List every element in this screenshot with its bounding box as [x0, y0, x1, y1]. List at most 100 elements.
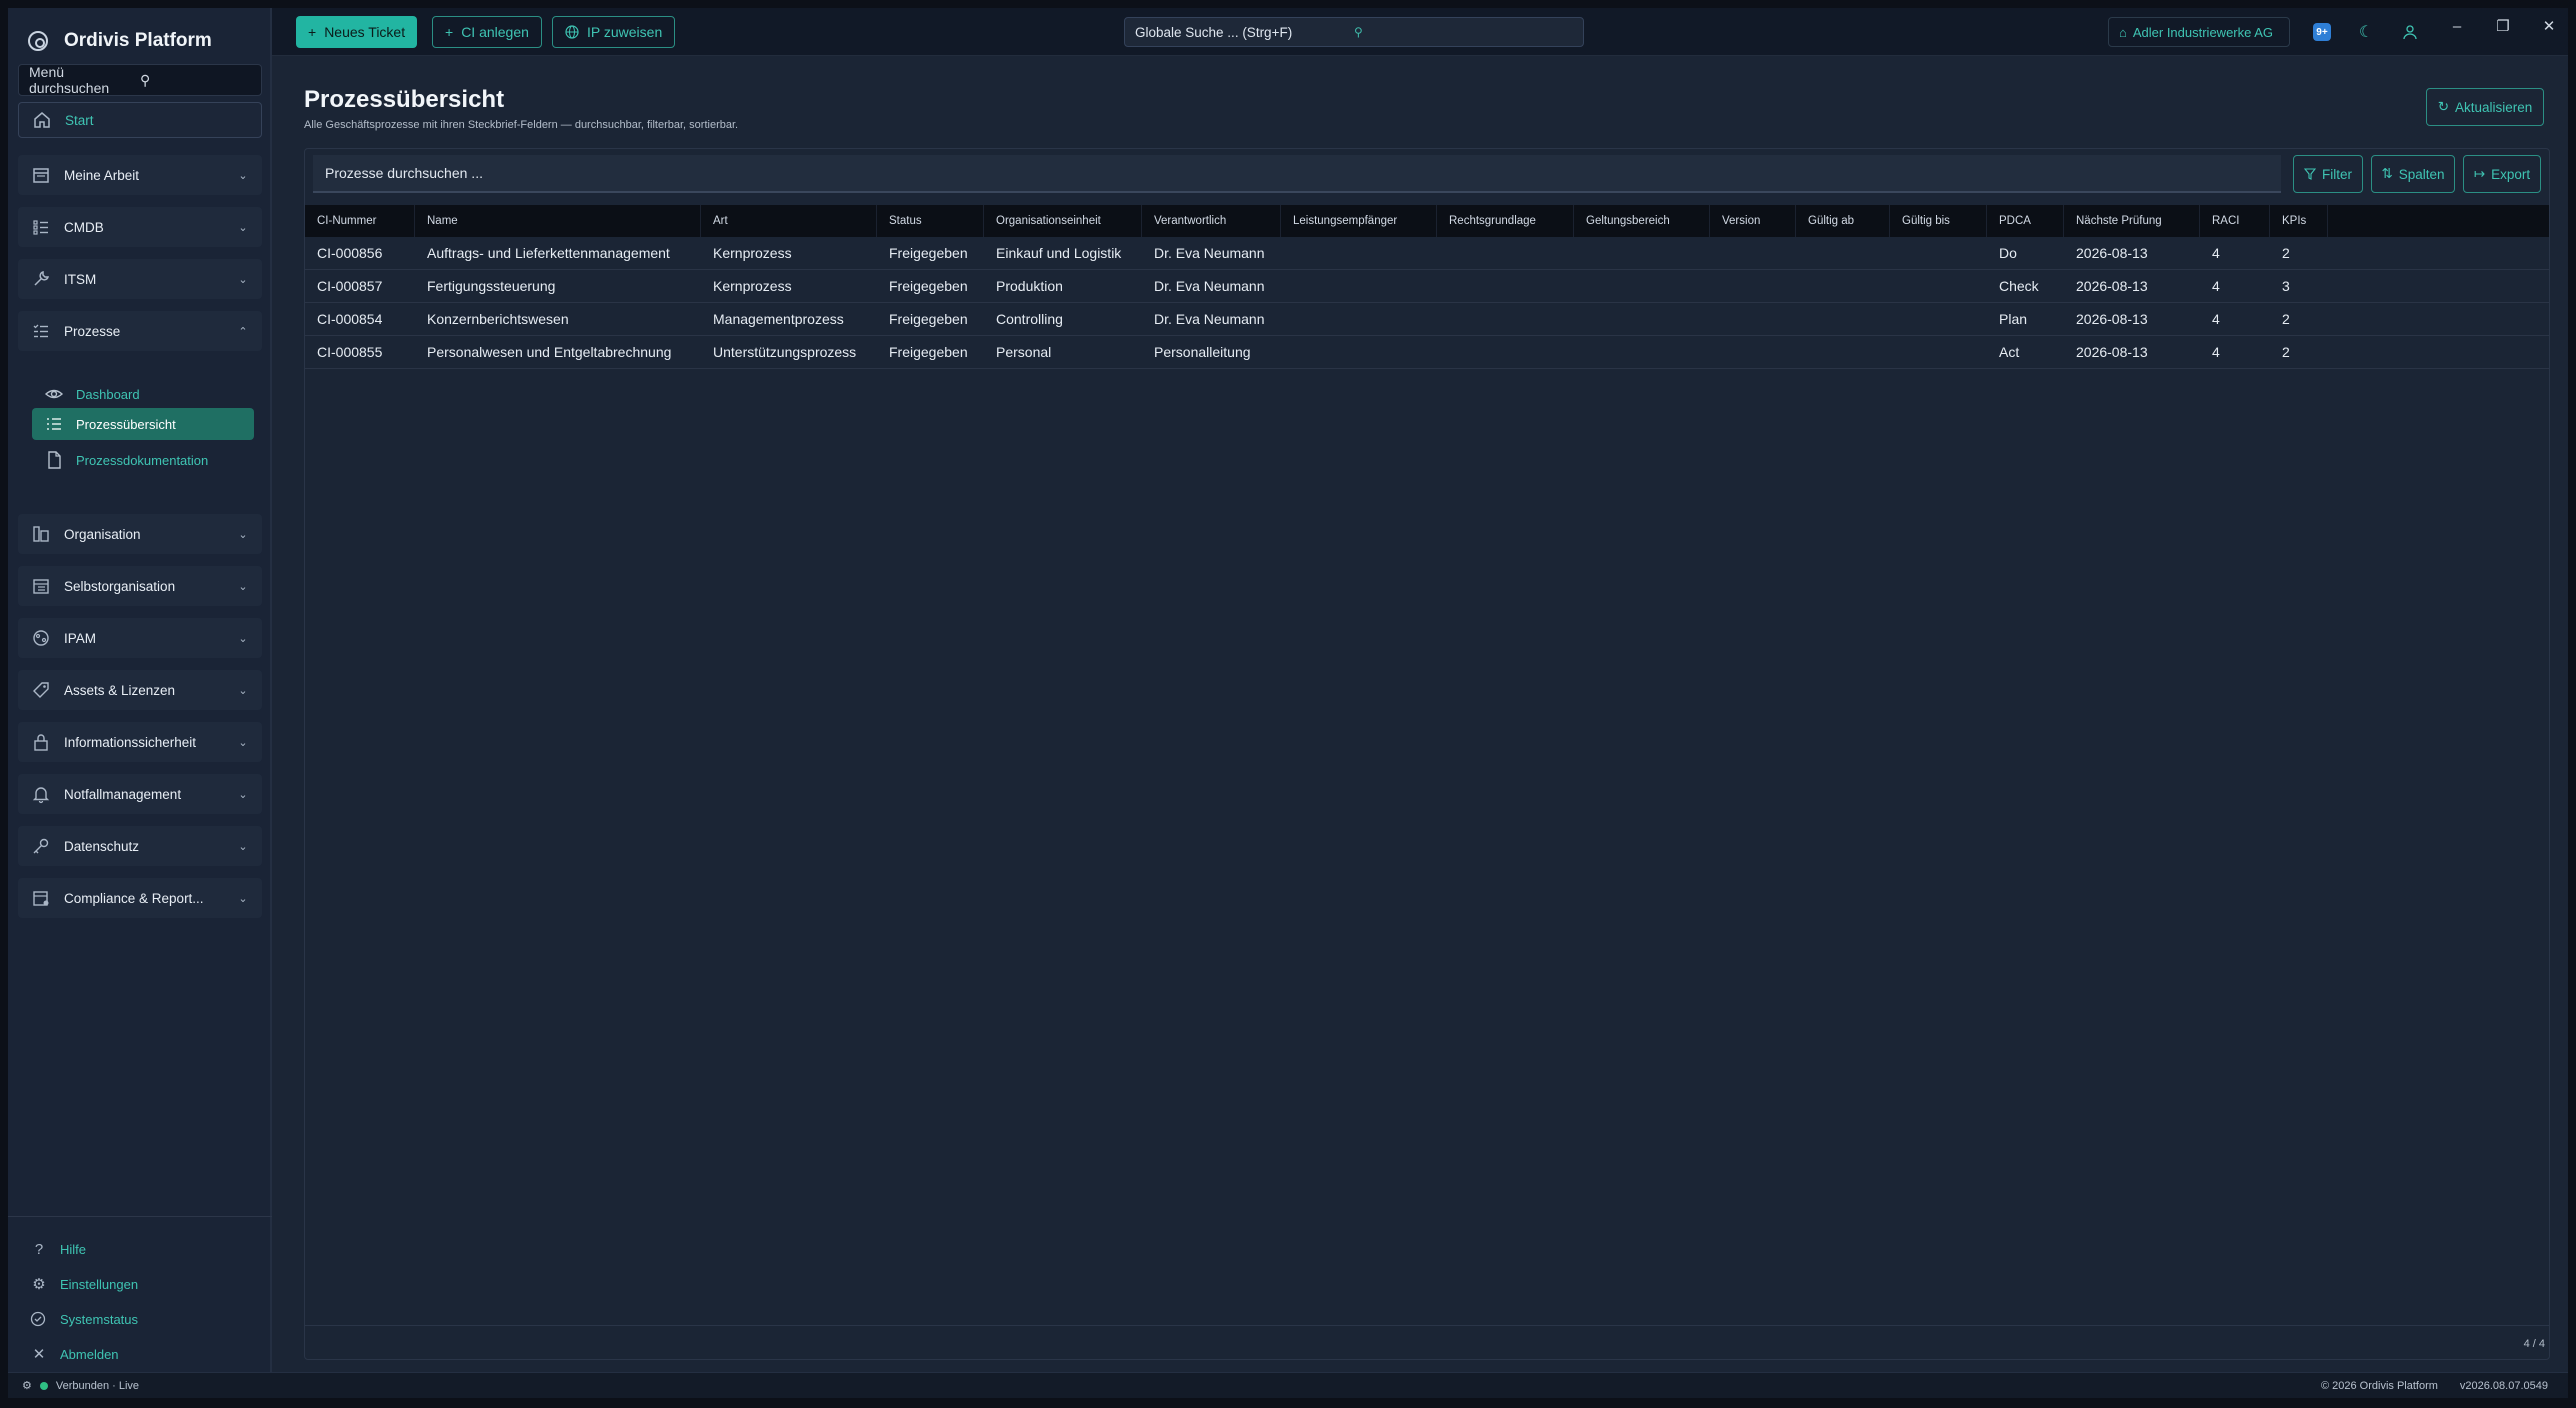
column-header[interactable]: Gültig bis: [1890, 205, 1987, 237]
ip-assign-button[interactable]: IP zuweisen: [552, 16, 676, 48]
notifications-button[interactable]: 9+: [2310, 20, 2334, 44]
sidebar-subitem-dashboard[interactable]: Dashboard: [32, 378, 254, 410]
sidebar-subitem-prozessuebersicht[interactable]: Prozessübersicht: [32, 408, 254, 440]
sidebar-item-informationssicherheit[interactable]: Informationssicherheit ⌄: [18, 722, 262, 762]
logout-link[interactable]: ✕ Abmelden: [30, 1342, 119, 1366]
table-cell: Auftrags- und Lieferkettenmanagement: [427, 245, 670, 261]
building-icon: ⌂: [2119, 24, 2127, 40]
table-cell: Fertigungssteuerung: [427, 278, 556, 294]
help-link[interactable]: ? Hilfe: [30, 1237, 86, 1261]
refresh-button[interactable]: ↻ Aktualisieren: [2426, 88, 2544, 126]
column-header[interactable]: Nächste Prüfung: [2064, 205, 2200, 237]
logout-label: Abmelden: [60, 1346, 119, 1362]
refresh-icon: ↻: [2437, 99, 2449, 114]
sidebar-item-prozesse[interactable]: Prozesse ⌃: [18, 311, 262, 351]
column-header[interactable]: Organisationseinheit: [984, 205, 1142, 237]
table-cell: 3: [2282, 278, 2290, 294]
settings-link[interactable]: ⚙ Einstellungen: [30, 1272, 138, 1296]
sidebar-item-start[interactable]: Start: [18, 102, 262, 138]
export-button[interactable]: ↦ Export: [2463, 155, 2541, 193]
table-cell: 2: [2282, 311, 2290, 327]
columns-button[interactable]: ⇅ Spalten: [2371, 155, 2455, 193]
column-header[interactable]: Verantwortlich: [1142, 205, 1281, 237]
sidebar-item-itsm[interactable]: ITSM ⌄: [18, 259, 262, 299]
minimize-button[interactable]: –: [2442, 14, 2472, 38]
column-header[interactable]: RACI: [2200, 205, 2270, 237]
table-cell: 4: [2212, 245, 2220, 261]
table-cell: [1796, 270, 1890, 302]
question-icon: ?: [34, 1240, 44, 1258]
sidebar-item-selbstorganisation[interactable]: Selbstorganisation ⌄: [18, 566, 262, 606]
table-row[interactable]: CI-000856 Auftrags- und Lieferkettenmanag…: [305, 237, 2549, 270]
new-ticket-label: Neues Ticket: [324, 24, 406, 40]
connection-label: Verbunden · Live: [55, 1379, 140, 1392]
sidebar-item-organisation[interactable]: Organisation ⌄: [18, 514, 262, 554]
user-menu-button[interactable]: [2398, 20, 2422, 44]
table-row[interactable]: CI-000854 Konzernberichtswesen Managementp…: [305, 303, 2549, 336]
sidebar-item-meine-arbeit[interactable]: Meine Arbeit ⌄: [18, 155, 262, 195]
home-icon: [31, 109, 53, 131]
brand[interactable]: Ordivis Platform: [28, 24, 212, 58]
sidebar-item-cmdb[interactable]: CMDB ⌄: [18, 207, 262, 247]
column-header[interactable]: KPIs: [2270, 205, 2328, 237]
column-header[interactable]: Art: [701, 205, 877, 237]
table-cell: 4: [2212, 278, 2220, 294]
table-cell: Act: [1999, 344, 2020, 360]
new-ticket-button[interactable]: + Neues Ticket: [296, 16, 418, 48]
sidebar-item-compliance[interactable]: Compliance & Report... ⌄: [18, 878, 262, 918]
sidebar-item-label: Prozesse: [64, 323, 121, 339]
tenant-selector[interactable]: ⌂ Adler Industriewerke AG: [2108, 17, 2290, 47]
filter-label: Filter: [2322, 166, 2352, 182]
chevron-down-icon: ⌄: [238, 632, 248, 645]
page-subtitle: Alle Geschäftsprozesse mit ihren Steckbr…: [304, 119, 739, 131]
app-title: Ordivis Platform: [64, 30, 212, 51]
column-header[interactable]: Name: [415, 205, 701, 237]
column-header[interactable]: Geltungsbereich: [1574, 205, 1710, 237]
sidebar-item-datenschutz[interactable]: Datenschutz ⌄: [18, 826, 262, 866]
table-cell: [1281, 303, 1437, 335]
column-header[interactable]: Gültig ab: [1796, 205, 1890, 237]
table-cell: Einkauf und Logistik: [996, 245, 1122, 261]
sidebar-subitem-label: Prozessdokumentation: [76, 452, 209, 468]
close-window-button[interactable]: ✕: [2534, 14, 2564, 38]
table-cell: 2: [2282, 344, 2290, 360]
chevron-down-icon: ⌄: [238, 736, 248, 749]
sidebar-item-assets-lizenzen[interactable]: Assets & Lizenzen ⌄: [18, 670, 262, 710]
status-right: © 2026 Ordivis Platform v2026.08.07.0549: [2321, 1380, 2548, 1392]
table-cell: [1796, 303, 1890, 335]
columns-label: Spalten: [2398, 166, 2445, 182]
table-row[interactable]: CI-000857 Fertigungssteuerung Kernprozess F…: [305, 270, 2549, 303]
system-status-link[interactable]: Systemstatus: [30, 1307, 138, 1331]
process-search-input[interactable]: Prozesse durchsuchen ...: [313, 155, 2281, 193]
table-cell: Personal: [996, 344, 1052, 360]
sidebar-search-input[interactable]: Menü durchsuchen ⚲: [18, 64, 262, 96]
column-header[interactable]: Version: [1710, 205, 1796, 237]
search-icon: ⚲: [140, 71, 151, 88]
sidebar-item-ipam[interactable]: IPAM ⌄: [18, 618, 262, 658]
global-search-input[interactable]: Globale Suche ... (Strg+F) ⚲: [1124, 17, 1584, 47]
table-cell: 2026-08-13: [2076, 245, 2148, 261]
table-cell: 2026-08-13: [2076, 278, 2148, 294]
table-cell: [1437, 237, 1574, 269]
filter-button[interactable]: Filter: [2293, 155, 2363, 193]
table-row[interactable]: CI-000855 Personalwesen und Entgeltabrech…: [305, 336, 2549, 369]
maximize-button[interactable]: ❐: [2488, 14, 2518, 38]
global-search-placeholder: Globale Suche ... (Strg+F): [1135, 24, 1293, 40]
column-header[interactable]: Status: [877, 205, 984, 237]
column-header[interactable]: CI-Nummer: [305, 205, 415, 237]
column-header[interactable]: PDCA: [1987, 205, 2064, 237]
sidebar-subitem-prozessdokumentation[interactable]: Prozessdokumentation: [32, 444, 254, 476]
sidebar-item-notfallmanagement[interactable]: Notfallmanagement ⌄: [18, 774, 262, 814]
ci-create-button[interactable]: + CI anlegen: [432, 16, 542, 48]
sidebar-item-label: IPAM: [64, 630, 97, 646]
sidebar-footer: ? Hilfe ⚙ Einstellungen Systemstatus ✕ A…: [8, 1216, 272, 1363]
table-cell: CI-000856: [317, 245, 383, 261]
chevron-down-icon: ⌄: [238, 169, 248, 182]
help-label: Hilfe: [60, 1241, 87, 1257]
table-cell: Do: [1999, 245, 2017, 261]
theme-toggle-button[interactable]: ☾: [2354, 20, 2378, 44]
column-header[interactable]: Leistungsempfänger: [1281, 205, 1437, 237]
column-header[interactable]: Rechtsgrundlage: [1437, 205, 1574, 237]
settings-small-icon[interactable]: ⚙: [22, 1379, 32, 1392]
chevron-down-icon: ⌄: [238, 684, 248, 697]
